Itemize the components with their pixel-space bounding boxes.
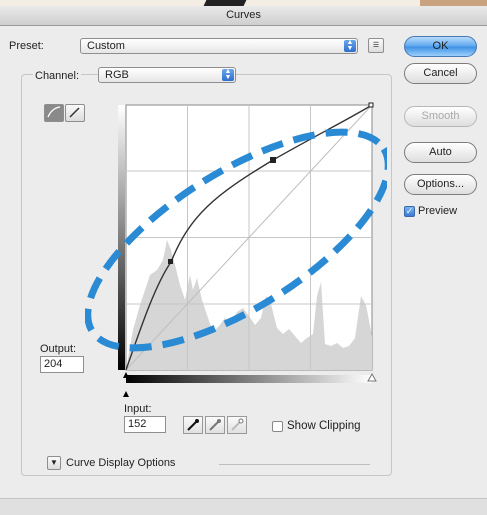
curves-graph[interactable]	[85, 100, 387, 400]
eyedropper-glyph-icon	[187, 419, 199, 431]
cancel-button[interactable]: Cancel	[404, 63, 477, 84]
black-eyedropper-icon[interactable]	[183, 416, 203, 434]
popup-arrows-icon: ▲ ▼	[344, 39, 356, 52]
pencil-glyph-icon	[69, 107, 80, 118]
show-clipping-label: Show Clipping	[287, 420, 361, 432]
curve-display-options-label: Curve Display Options	[66, 457, 176, 469]
preview-label: Preview	[418, 205, 458, 217]
window-bottom-edge	[0, 498, 487, 515]
output-gradient-bar	[118, 105, 125, 370]
curve-point-tool-icon[interactable]	[44, 104, 64, 122]
curve-control-point[interactable]	[168, 259, 173, 264]
options-button[interactable]: Options...	[404, 174, 477, 195]
preset-select[interactable]: Custom ▲ ▼	[80, 38, 358, 54]
input-label: Input:	[124, 403, 152, 415]
preset-options-icon[interactable]: ☰	[368, 38, 384, 53]
gray-eyedropper-icon[interactable]	[205, 416, 225, 434]
smooth-button[interactable]: Smooth	[404, 106, 477, 127]
input-marker	[123, 391, 129, 397]
output-label: Output:	[40, 343, 77, 355]
curve-endpoint[interactable]	[368, 102, 374, 108]
channel-label: Channel:	[33, 70, 82, 82]
eyedropper-glyph-icon	[231, 418, 244, 431]
dialog-title: Curves	[0, 6, 487, 26]
input-field[interactable]: 152	[124, 416, 166, 433]
output-field[interactable]: 204	[40, 356, 84, 373]
input-gradient-bar	[126, 375, 372, 383]
channel-value: RGB	[105, 69, 129, 81]
disclosure-triangle-icon[interactable]: ▼	[47, 456, 61, 470]
ok-button[interactable]: OK	[404, 36, 477, 57]
preset-label: Preset:	[9, 40, 44, 52]
preset-value: Custom	[87, 40, 125, 52]
show-clipping-checkbox[interactable]	[272, 421, 283, 432]
curve-point-glyph-icon	[47, 106, 61, 118]
pencil-tool-icon[interactable]	[65, 104, 85, 122]
white-eyedropper-icon[interactable]	[227, 416, 247, 434]
divider	[219, 464, 370, 465]
curve-control-point-selected[interactable]	[270, 157, 276, 163]
channel-select[interactable]: RGB ▲ ▼	[98, 67, 236, 83]
popup-arrows-icon: ▲ ▼	[222, 68, 234, 81]
auto-button[interactable]: Auto	[404, 142, 477, 163]
preview-checkbox[interactable]: ✓	[404, 206, 415, 217]
eyedropper-glyph-icon	[209, 419, 221, 431]
